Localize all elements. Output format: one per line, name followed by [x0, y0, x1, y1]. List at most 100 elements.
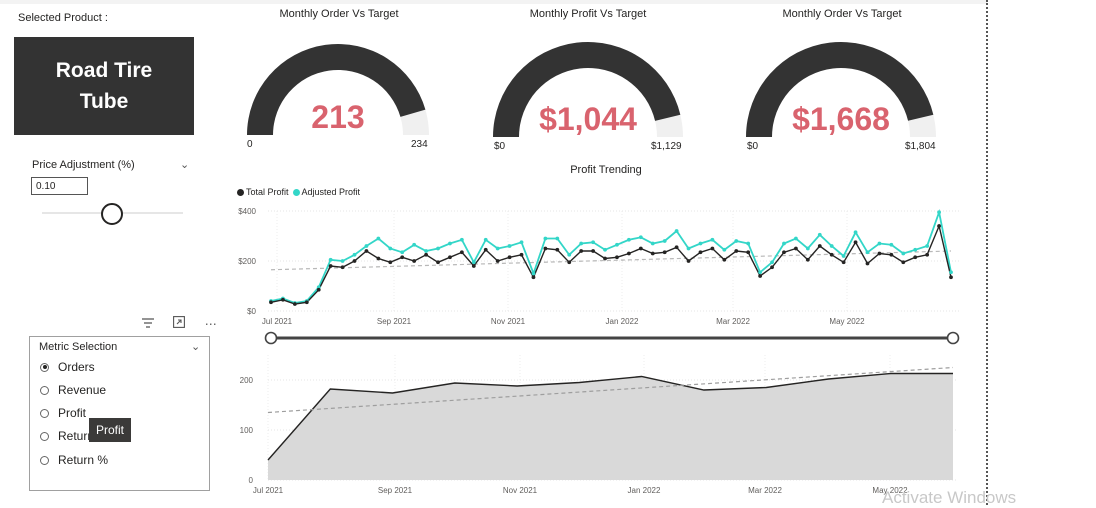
adjusted-profit-point: [650, 241, 655, 246]
gauges-layer: 213 $1,044 $1,668: [247, 42, 936, 137]
total-profit-point: [448, 255, 452, 260]
adjusted-profit-point: [782, 241, 786, 246]
total-profit-point: [853, 240, 858, 245]
adjusted-profit-point: [770, 260, 774, 265]
total-profit-point: [531, 275, 536, 280]
legend-marker-icon: [292, 188, 300, 196]
date-range-end-handle[interactable]: [946, 331, 960, 345]
adjusted-profit-point: [865, 250, 870, 255]
total-profit-point: [340, 265, 345, 270]
total-profit-point: [579, 249, 584, 253]
x-tick-label: Mar 2022: [748, 486, 782, 495]
adjusted-profit-point: [603, 247, 607, 252]
adjusted-profit-point: [328, 257, 333, 262]
total-profit-point: [281, 297, 285, 302]
adjusted-profit-point: [567, 252, 572, 257]
total-profit-point: [352, 259, 357, 263]
legend-label: Total Profit: [246, 187, 289, 197]
x-tick-label: Sep 2021: [377, 317, 412, 326]
adjusted-profit-point: [686, 246, 691, 251]
total-profit-point: [436, 260, 440, 265]
adjusted-profit-point: [889, 242, 894, 247]
legend-marker-icon: [237, 188, 244, 196]
adjusted-profit-point: [579, 241, 584, 246]
total-profit-point: [650, 251, 655, 256]
total-profit-point: [829, 252, 834, 257]
y-tick-label: $0: [247, 307, 256, 316]
total-profit-point: [698, 250, 703, 255]
total-profit-point: [495, 259, 500, 263]
adjusted-profit-point: [555, 236, 560, 241]
adjusted-profit-point: [436, 246, 440, 251]
y-tick-label: $200: [238, 257, 256, 266]
adjusted-profit-point: [746, 241, 751, 246]
total-profit-point: [543, 246, 548, 251]
total-profit-point: [722, 257, 727, 262]
adjusted-profit-point: [615, 242, 619, 247]
adjusted-profit-point: [459, 237, 464, 242]
adjusted-profit-point: [829, 244, 834, 248]
total-profit-point: [949, 275, 953, 280]
x-tick-label: Jan 2022: [628, 486, 661, 495]
total-profit-point: [292, 302, 297, 306]
adjusted-profit-point: [352, 252, 357, 257]
total-profit-point: [376, 256, 381, 261]
x-tick-label: Jan 2022: [606, 317, 639, 326]
date-range-start-handle[interactable]: [264, 331, 278, 345]
total-profit-point: [412, 259, 417, 263]
adjusted-profit-point: [483, 237, 488, 242]
total-profit-point: [424, 252, 428, 257]
y-tick-label: $400: [238, 207, 256, 216]
total-profit-point: [591, 249, 596, 253]
total-profit-point: [734, 249, 739, 253]
total-profit-point: [269, 300, 273, 305]
adjusted-profit-point: [400, 250, 405, 255]
x-tick-label: May 2022: [829, 317, 865, 326]
charts-canvas: 213 $1,044 $1,668 $0 $200 $400 Jul 2021 Sep 20…: [238, 42, 960, 495]
legend-item-total-profit[interactable]: Total Profit: [237, 187, 289, 197]
adjusted-profit-point: [722, 247, 727, 252]
adjusted-profit-point: [805, 246, 810, 251]
total-profit-point: [710, 246, 715, 251]
adjusted-profit-point: [853, 230, 858, 235]
total-profit-point: [877, 251, 882, 256]
total-profit-point: [662, 250, 667, 255]
orders-area-chart: 0 100 200 Jul 2021 Sep 2021 Nov 2021 Jan 2022 M…: [240, 355, 957, 495]
adjusted-profit-point: [877, 241, 882, 246]
adjusted-profit-point: [543, 236, 548, 241]
adjusted-profit-point: [388, 246, 393, 251]
adjusted-profit-point: [734, 239, 739, 243]
legend-label: Adjusted Profit: [301, 187, 361, 197]
adjusted-profit-point: [412, 242, 417, 247]
adjusted-profit-point: [591, 240, 596, 245]
profit-trending-chart: $0 $200 $400 Jul 2021 Sep 2021 Nov 2021 Jan 20…: [238, 207, 960, 345]
total-profit-point: [925, 252, 930, 257]
activate-windows-watermark: Activate Windows: [882, 488, 1017, 507]
adjusted-profit-point: [913, 247, 918, 252]
total-profit-point: [770, 265, 774, 270]
x-tick-label: Mar 2022: [716, 317, 750, 326]
total-profit-point: [603, 256, 607, 261]
x-tick-label: Sep 2021: [378, 486, 413, 495]
total-profit-point: [817, 244, 822, 248]
total-profit-point: [567, 260, 572, 265]
adjusted-profit-point: [662, 239, 667, 243]
total-profit-point: [519, 252, 524, 257]
total-profit-point: [615, 255, 619, 260]
adjusted-profit-point: [841, 254, 846, 258]
gauge-value-label: $1,668: [792, 101, 890, 137]
y-tick-label: 0: [249, 476, 254, 485]
total-profit-point: [507, 255, 512, 260]
total-profit-point: [937, 224, 941, 228]
total-profit-point: [674, 245, 679, 250]
legend-item-adjusted-profit[interactable]: Adjusted Profit: [292, 187, 361, 197]
total-profit-point: [328, 264, 333, 268]
total-profit-point: [758, 274, 763, 278]
adjusted-profit-point: [949, 270, 953, 275]
total-profit-point: [316, 287, 321, 292]
adjusted-profit-point: [531, 271, 536, 276]
total-profit-point: [746, 250, 751, 255]
adjusted-profit-point: [448, 241, 452, 246]
total-profit-point: [686, 259, 691, 263]
gauge-value-label: $1,044: [539, 101, 637, 137]
